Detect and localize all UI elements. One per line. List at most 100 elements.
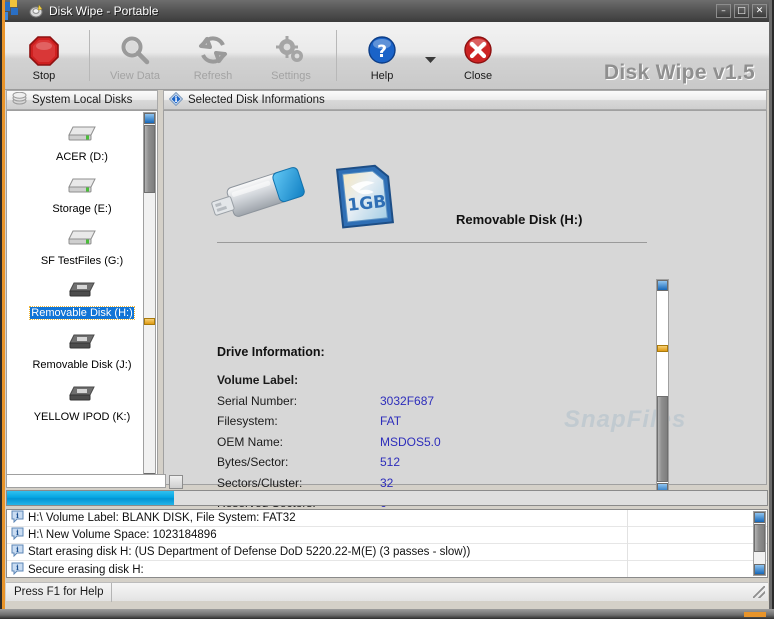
help-button[interactable]: ? Help bbox=[343, 22, 421, 89]
scroll-up-arrow-icon[interactable] bbox=[754, 512, 765, 523]
window-frame-left bbox=[0, 0, 5, 619]
refresh-button-label: Refresh bbox=[193, 69, 233, 82]
info-row: Serial Number: 3032F687 bbox=[217, 394, 597, 415]
info-value: FAT bbox=[380, 414, 402, 428]
hard-drive-icon bbox=[65, 122, 99, 149]
progress-field-button[interactable] bbox=[169, 475, 183, 489]
device-header-row: 1GB Removable Disk (H:) bbox=[204, 153, 724, 235]
info-value: 3032F687 bbox=[380, 393, 435, 408]
log-entry[interactable]: i H:\ New Volume Space: 1023184896 bbox=[7, 527, 767, 544]
window-frame-right bbox=[769, 0, 774, 619]
selected-device-name: Removable Disk (H:) bbox=[456, 212, 583, 227]
usb-flash-drive-icon bbox=[204, 159, 316, 235]
info-key: Bytes/Sector: bbox=[217, 455, 289, 469]
main-panel: i Selected Disk Informations 1GB Removab… bbox=[163, 90, 767, 572]
log-entry-text: H:\ Volume Label: BLANK DISK, File Syste… bbox=[28, 512, 296, 524]
info-key: Filesystem: bbox=[217, 414, 278, 428]
settings-button-label: Settings bbox=[271, 69, 311, 82]
view-data-button-label: View Data bbox=[110, 69, 160, 82]
disk-list-item-sf-testfiles[interactable]: SF TestFiles (G:) bbox=[15, 215, 149, 267]
view-data-button[interactable]: View Data bbox=[96, 22, 174, 89]
disk-list-item-label: Removable Disk (J:) bbox=[32, 359, 132, 371]
log-entry[interactable]: i Secure erasing disk H: bbox=[7, 561, 767, 577]
scrollbar-thumb[interactable] bbox=[754, 524, 765, 552]
help-button-label: Help bbox=[370, 69, 394, 82]
scrollbar-thumb[interactable] bbox=[657, 396, 668, 482]
info-value: 32 bbox=[380, 475, 394, 490]
window-frame-bottom bbox=[0, 609, 774, 619]
disk-list-item-label: YELLOW IPOD (K:) bbox=[33, 411, 131, 423]
sidebar-scrollbar[interactable] bbox=[143, 112, 156, 484]
disk-list[interactable]: ACER (D:) Storage (E:) SF TestFiles (G:)… bbox=[6, 110, 158, 485]
status-hint: Press F1 for Help bbox=[6, 582, 113, 602]
info-value: 512 bbox=[380, 455, 401, 469]
disk-wipe-icon bbox=[28, 3, 44, 19]
app-window: Disk Wipe - Portable – □ ✕ Stop View Dat… bbox=[0, 0, 774, 619]
close-button-label: Close bbox=[463, 69, 493, 82]
log-column-separator bbox=[627, 510, 628, 577]
close-circle-icon bbox=[461, 34, 495, 68]
svg-text:i: i bbox=[16, 545, 19, 554]
scroll-up-arrow-icon[interactable] bbox=[657, 280, 668, 291]
log-entry[interactable]: i H:\ Volume Label: BLANK DISK, File Sys… bbox=[7, 510, 767, 527]
magnifier-icon bbox=[118, 34, 152, 68]
log-scrollbar[interactable] bbox=[753, 511, 766, 576]
maximize-button[interactable]: □ bbox=[734, 4, 749, 18]
log-entry-text: Start erasing disk H: (US Department of … bbox=[28, 546, 471, 558]
main-panel-scrollbar[interactable] bbox=[656, 279, 669, 495]
close-button[interactable]: Close bbox=[439, 22, 517, 89]
main-panel-body: 1GB Removable Disk (H:) Drive Informatio… bbox=[163, 110, 767, 572]
log-entry-text: Secure erasing disk H: bbox=[28, 563, 144, 576]
close-window-button[interactable]: ✕ bbox=[752, 4, 767, 18]
info-bubble-icon: i bbox=[11, 527, 24, 543]
info-bubble-icon: i bbox=[11, 510, 24, 526]
scroll-down-arrow-icon[interactable] bbox=[754, 564, 765, 575]
help-question-icon: ? bbox=[365, 34, 399, 68]
disks-stack-icon bbox=[12, 91, 27, 108]
drive-information-title: Drive Information: bbox=[217, 345, 325, 359]
svg-text:?: ? bbox=[377, 42, 387, 62]
disk-list-item-removable-j[interactable]: Removable Disk (J:) bbox=[15, 319, 149, 371]
removable-disk-icon bbox=[65, 278, 99, 305]
svg-text:i: i bbox=[174, 94, 177, 104]
resize-grip-icon[interactable] bbox=[753, 586, 765, 598]
title-bar: Disk Wipe - Portable – □ ✕ bbox=[0, 0, 774, 22]
info-row: Filesystem: FAT bbox=[217, 414, 597, 435]
refresh-arrows-icon bbox=[196, 34, 230, 68]
disk-list-item-label: SF TestFiles (G:) bbox=[40, 255, 124, 267]
disk-list-item-removable-h[interactable]: Removable Disk (H:) bbox=[15, 267, 149, 320]
svg-text:i: i bbox=[16, 528, 19, 537]
sidebar: System Local Disks ACER (D:) Storage (E:… bbox=[6, 90, 158, 485]
disk-list-item-label: ACER (D:) bbox=[56, 151, 108, 163]
window-frame-accent bbox=[744, 612, 766, 617]
removable-disk-icon bbox=[65, 382, 99, 409]
status-bar: Press F1 for Help bbox=[6, 582, 768, 602]
activity-log[interactable]: i H:\ Volume Label: BLANK DISK, File Sys… bbox=[6, 509, 768, 578]
window-controls: – □ ✕ bbox=[716, 4, 774, 18]
gears-icon bbox=[274, 34, 308, 68]
minimize-button[interactable]: – bbox=[716, 4, 731, 18]
settings-button[interactable]: Settings bbox=[252, 22, 330, 89]
help-dropdown-button[interactable] bbox=[421, 22, 439, 89]
disk-list-item-yellow-ipod[interactable]: YELLOW IPOD (K:) bbox=[15, 371, 149, 423]
log-entry[interactable]: i Start erasing disk H: (US Department o… bbox=[7, 544, 767, 561]
progress-label-field[interactable] bbox=[6, 474, 183, 489]
svg-text:i: i bbox=[16, 511, 19, 520]
main-toolbar: Stop View Data Refresh Settings ? Help C… bbox=[5, 22, 769, 90]
disk-list-item-storage[interactable]: Storage (E:) bbox=[15, 163, 149, 215]
info-row: Volume Label: bbox=[217, 373, 597, 394]
info-diamond-icon: i bbox=[168, 91, 184, 109]
disk-list-item-label: Storage (E:) bbox=[52, 203, 112, 215]
sd-card-icon: 1GB bbox=[328, 157, 402, 235]
stop-octagon-icon bbox=[27, 34, 61, 68]
scroll-up-arrow-icon[interactable] bbox=[144, 113, 155, 124]
stop-button[interactable]: Stop bbox=[5, 22, 83, 89]
scrollbar-position-marker bbox=[144, 318, 155, 325]
window-title: Disk Wipe - Portable bbox=[49, 4, 159, 18]
wipe-progress-fill bbox=[7, 491, 175, 505]
sd-card-capacity-text: 1GB bbox=[347, 192, 388, 216]
scrollbar-thumb[interactable] bbox=[144, 125, 155, 193]
refresh-button[interactable]: Refresh bbox=[174, 22, 252, 89]
disk-list-item-acer[interactable]: ACER (D:) bbox=[15, 111, 149, 163]
svg-text:i: i bbox=[16, 563, 19, 572]
